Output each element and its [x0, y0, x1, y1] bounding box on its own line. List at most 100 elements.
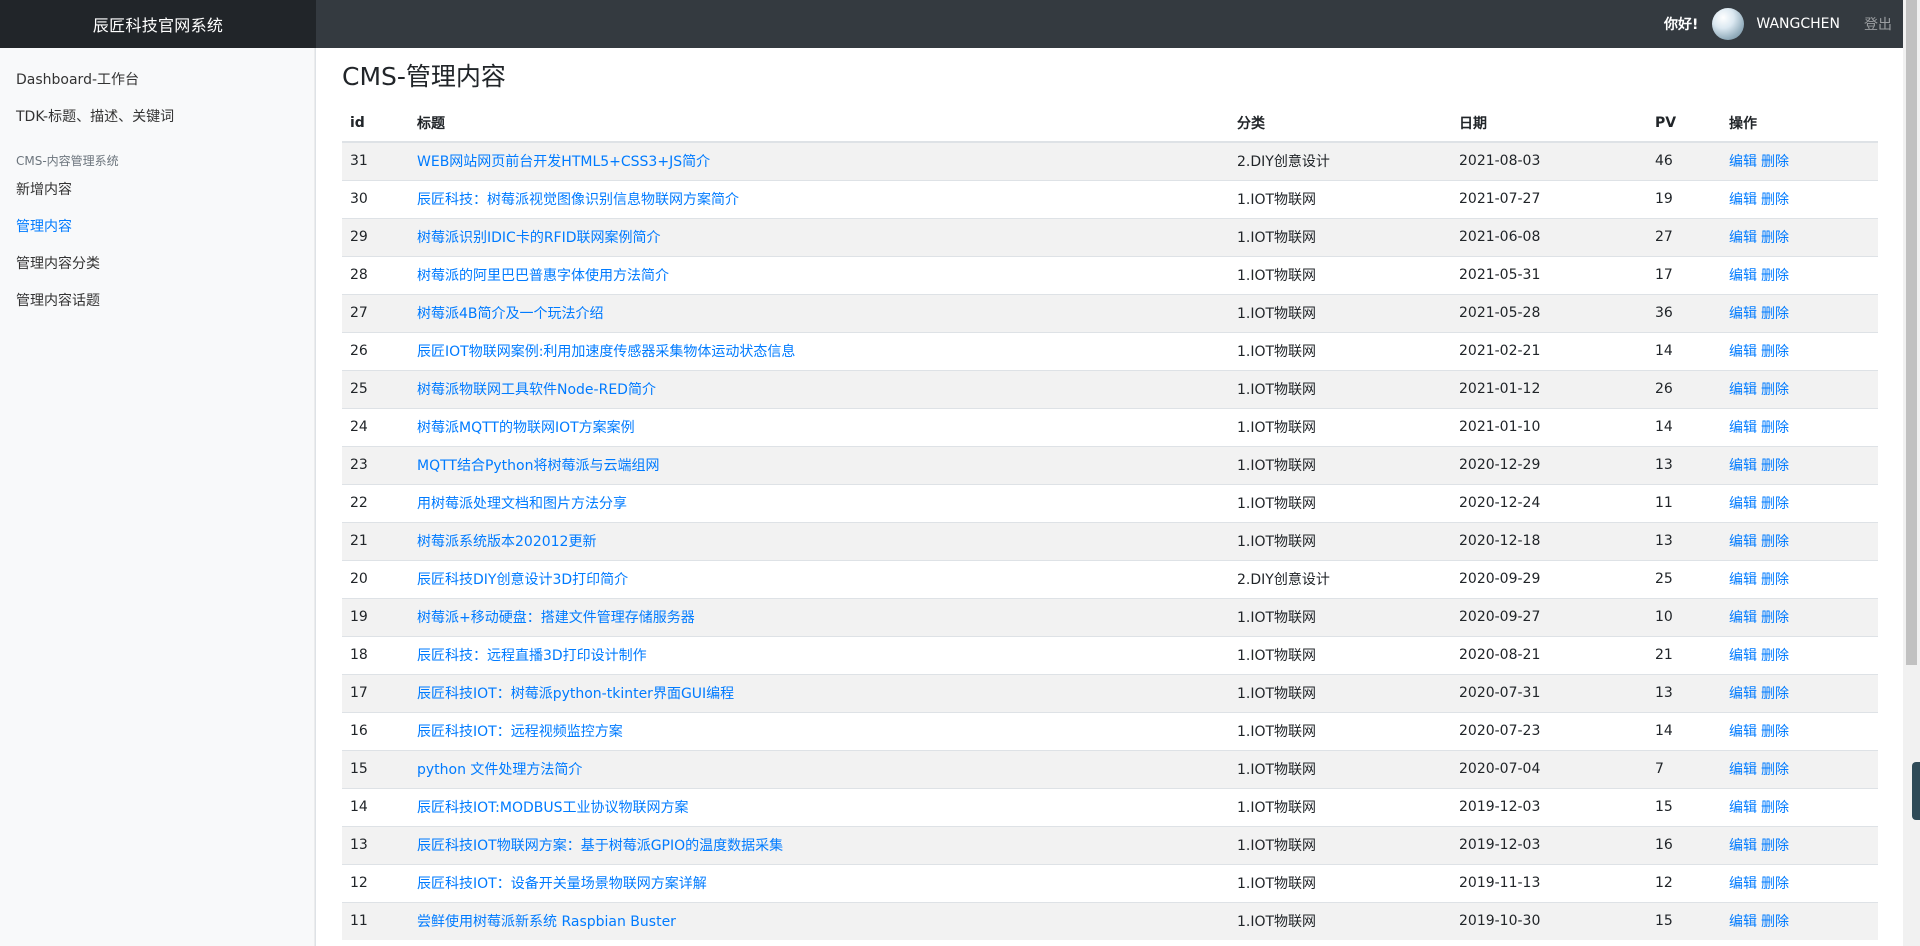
- column-header-id: id: [342, 104, 409, 143]
- article-title-link[interactable]: 辰匠科技：树莓派视觉图像识别信息物联网方案简介: [417, 192, 739, 208]
- delete-link[interactable]: 删除: [1761, 838, 1789, 854]
- cell-date: 2021-05-28: [1451, 293, 1647, 332]
- edit-link[interactable]: 编辑: [1729, 268, 1757, 284]
- article-title-link[interactable]: 树莓派识别IDIC卡的RFID联网案例简介: [417, 230, 661, 246]
- delete-link[interactable]: 删除: [1761, 382, 1789, 398]
- article-title-link[interactable]: 辰匠科技DIY创意设计3D打印简介: [417, 572, 628, 588]
- logout-link[interactable]: 登出: [1864, 14, 1892, 34]
- user-area: 你好! WANGCHEN 登出: [1664, 8, 1920, 40]
- cell-actions: 编辑 删除: [1721, 597, 1878, 636]
- sidebar-item-tdk[interactable]: TDK-标题、描述、关键词: [0, 99, 315, 136]
- cell-title: MQTT结合Python将树莓派与云端组网: [409, 445, 1229, 484]
- edit-link[interactable]: 编辑: [1729, 420, 1757, 436]
- cell-pv: 11: [1647, 483, 1721, 522]
- delete-link[interactable]: 删除: [1761, 876, 1789, 892]
- delete-link[interactable]: 删除: [1761, 154, 1789, 170]
- cell-id: 20: [342, 559, 409, 598]
- cell-category: 1.IOT物联网: [1229, 293, 1451, 332]
- cell-pv: 16: [1647, 825, 1721, 864]
- article-title-link[interactable]: MQTT结合Python将树莓派与云端组网: [417, 458, 659, 474]
- page-title: CMS-管理内容: [342, 62, 506, 91]
- article-title-link[interactable]: 尝鲜使用树莓派新系统 Raspbian Buster: [417, 914, 676, 930]
- edit-link[interactable]: 编辑: [1729, 154, 1757, 170]
- edit-link[interactable]: 编辑: [1729, 838, 1757, 854]
- cell-date: 2019-12-03: [1451, 787, 1647, 826]
- sidebar-item-manage-categories[interactable]: 管理内容分类: [0, 246, 315, 283]
- floating-side-widget[interactable]: [1912, 762, 1920, 820]
- edit-link[interactable]: 编辑: [1729, 876, 1757, 892]
- delete-link[interactable]: 删除: [1761, 686, 1789, 702]
- article-title-link[interactable]: WEB网站网页前台开发HTML5+CSS3+JS简介: [417, 154, 710, 170]
- article-title-link[interactable]: 树莓派物联网工具软件Node-RED简介: [417, 382, 656, 398]
- cell-pv: 15: [1647, 787, 1721, 826]
- table-row: 16 辰匠科技IOT：远程视频监控方案 1.IOT物联网 2020-07-23 14 编辑…: [342, 711, 1878, 750]
- article-title-link[interactable]: 辰匠科技：远程直播3D打印设计制作: [417, 648, 647, 664]
- delete-link[interactable]: 删除: [1761, 496, 1789, 512]
- cell-pv: 13: [1647, 673, 1721, 712]
- delete-link[interactable]: 删除: [1761, 192, 1789, 208]
- cell-actions: 编辑 删除: [1721, 483, 1878, 522]
- delete-link[interactable]: 删除: [1761, 230, 1789, 246]
- delete-link[interactable]: 删除: [1761, 344, 1789, 360]
- cell-category: 1.IOT物联网: [1229, 825, 1451, 864]
- cell-category: 2.DIY创意设计: [1229, 141, 1451, 180]
- edit-link[interactable]: 编辑: [1729, 344, 1757, 360]
- delete-link[interactable]: 删除: [1761, 420, 1789, 436]
- sidebar-item-dashboard[interactable]: Dashboard-工作台: [0, 62, 315, 99]
- delete-link[interactable]: 删除: [1761, 268, 1789, 284]
- article-title-link[interactable]: 树莓派MQTT的物联网IOT方案案例: [417, 420, 635, 436]
- scrollbar-thumb[interactable]: [1906, 0, 1917, 665]
- delete-link[interactable]: 删除: [1761, 534, 1789, 550]
- article-title-link[interactable]: 辰匠科技IOT：树莓派python-tkinter界面GUI编程: [417, 686, 734, 702]
- sidebar-item-add-content[interactable]: 新增内容: [0, 172, 315, 209]
- cell-id: 24: [342, 407, 409, 446]
- cell-actions: 编辑 删除: [1721, 141, 1878, 180]
- cell-id: 23: [342, 445, 409, 484]
- edit-link[interactable]: 编辑: [1729, 306, 1757, 322]
- edit-link[interactable]: 编辑: [1729, 192, 1757, 208]
- edit-link[interactable]: 编辑: [1729, 724, 1757, 740]
- delete-link[interactable]: 删除: [1761, 800, 1789, 816]
- delete-link[interactable]: 删除: [1761, 610, 1789, 626]
- edit-link[interactable]: 编辑: [1729, 610, 1757, 626]
- cell-pv: 26: [1647, 369, 1721, 408]
- article-title-link[interactable]: 辰匠IOT物联网案例:利用加速度传感器采集物体运动状态信息: [417, 344, 795, 360]
- article-title-link[interactable]: 树莓派系统版本202012更新: [417, 534, 596, 550]
- edit-link[interactable]: 编辑: [1729, 648, 1757, 664]
- table-header-row: id 标题 分类 日期 PV 操作: [342, 104, 1878, 143]
- delete-link[interactable]: 删除: [1761, 572, 1789, 588]
- edit-link[interactable]: 编辑: [1729, 496, 1757, 512]
- edit-link[interactable]: 编辑: [1729, 686, 1757, 702]
- delete-link[interactable]: 删除: [1761, 762, 1789, 778]
- cell-category: 1.IOT物联网: [1229, 711, 1451, 750]
- cell-category: 1.IOT物联网: [1229, 863, 1451, 902]
- edit-link[interactable]: 编辑: [1729, 572, 1757, 588]
- article-title-link[interactable]: 辰匠科技IOT物联网方案：基于树莓派GPIO的温度数据采集: [417, 838, 783, 854]
- article-title-link[interactable]: 树莓派4B简介及一个玩法介绍: [417, 306, 604, 322]
- delete-link[interactable]: 删除: [1761, 458, 1789, 474]
- edit-link[interactable]: 编辑: [1729, 534, 1757, 550]
- edit-link[interactable]: 编辑: [1729, 800, 1757, 816]
- delete-link[interactable]: 删除: [1761, 914, 1789, 930]
- edit-link[interactable]: 编辑: [1729, 382, 1757, 398]
- article-title-link[interactable]: 辰匠科技IOT:MODBUS工业协议物联网方案: [417, 800, 689, 816]
- table-row: 13 辰匠科技IOT物联网方案：基于树莓派GPIO的温度数据采集 1.IOT物联网 2…: [342, 825, 1878, 864]
- sidebar-item-manage-content[interactable]: 管理内容: [0, 209, 315, 246]
- delete-link[interactable]: 删除: [1761, 648, 1789, 664]
- article-title-link[interactable]: 树莓派+移动硬盘：搭建文件管理存储服务器: [417, 610, 695, 626]
- table-row: 31 WEB网站网页前台开发HTML5+CSS3+JS简介 2.DIY创意设计 202…: [342, 141, 1878, 180]
- brand-title[interactable]: 辰匠科技官网系统: [0, 0, 316, 48]
- edit-link[interactable]: 编辑: [1729, 914, 1757, 930]
- edit-link[interactable]: 编辑: [1729, 762, 1757, 778]
- article-title-link[interactable]: 用树莓派处理文档和图片方法分享: [417, 496, 627, 512]
- edit-link[interactable]: 编辑: [1729, 230, 1757, 246]
- delete-link[interactable]: 删除: [1761, 724, 1789, 740]
- column-header-title: 标题: [409, 104, 1229, 143]
- sidebar-item-manage-topics[interactable]: 管理内容话题: [0, 283, 315, 320]
- edit-link[interactable]: 编辑: [1729, 458, 1757, 474]
- article-title-link[interactable]: 辰匠科技IOT：远程视频监控方案: [417, 724, 623, 740]
- article-title-link[interactable]: python 文件处理方法简介: [417, 762, 582, 778]
- article-title-link[interactable]: 辰匠科技IOT：设备开关量场景物联网方案详解: [417, 876, 707, 892]
- delete-link[interactable]: 删除: [1761, 306, 1789, 322]
- article-title-link[interactable]: 树莓派的阿里巴巴普惠字体使用方法简介: [417, 268, 669, 284]
